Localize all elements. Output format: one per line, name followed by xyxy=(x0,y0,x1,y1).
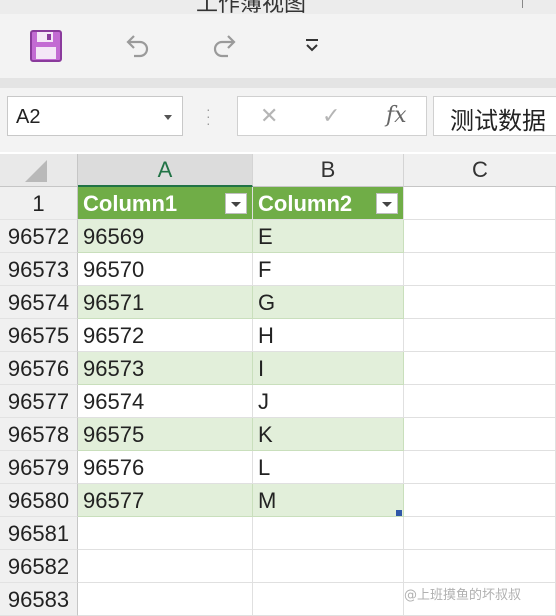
table-cell-column1[interactable]: 96575 xyxy=(78,418,253,451)
select-all-button[interactable] xyxy=(0,154,78,187)
table-cell-column2[interactable]: M xyxy=(253,484,404,517)
table-cell-column1[interactable]: 96571 xyxy=(78,286,253,319)
table-cell-column2[interactable]: E xyxy=(253,220,404,253)
table-cell-column2[interactable]: K xyxy=(253,418,404,451)
filter-dropdown-button[interactable] xyxy=(376,193,398,214)
check-icon[interactable]: ✓ xyxy=(322,103,340,129)
column-header-b[interactable]: B xyxy=(253,154,404,187)
formula-input[interactable]: 测试数据 xyxy=(433,96,556,136)
table-resize-handle[interactable] xyxy=(396,510,402,516)
table-cell-column2[interactable]: L xyxy=(253,451,404,484)
row-header[interactable]: 96574 xyxy=(0,286,78,319)
cancel-icon[interactable]: ✕ xyxy=(260,103,278,129)
column-header-a[interactable]: A xyxy=(78,154,253,187)
table-cell-column1[interactable]: 96572 xyxy=(78,319,253,352)
watermark: @上班摸鱼的坏叔叔 xyxy=(404,588,522,603)
grid-cell[interactable] xyxy=(404,286,556,319)
undo-icon xyxy=(126,35,149,58)
table-cell-column1[interactable]: 96573 xyxy=(78,352,253,385)
save-icon xyxy=(30,30,62,62)
table-cell-column1[interactable]: 96574 xyxy=(78,385,253,418)
table-cell-column1[interactable] xyxy=(78,550,253,583)
table-cell-column2[interactable]: I xyxy=(253,352,404,385)
table-cell-column2[interactable] xyxy=(253,583,404,616)
table-cell-column1[interactable] xyxy=(78,583,253,616)
grid-cell[interactable] xyxy=(404,418,556,451)
row-header[interactable]: 96580 xyxy=(0,484,78,517)
row-header[interactable]: 96578 xyxy=(0,418,78,451)
table-cell-column2[interactable]: J xyxy=(253,385,404,418)
filter-dropdown-button[interactable] xyxy=(225,193,247,214)
table-cell-column1[interactable]: 96577 xyxy=(78,484,253,517)
redo-icon xyxy=(213,35,236,58)
table-cell-column1[interactable]: 96576 xyxy=(78,451,253,484)
row-header[interactable]: 96579 xyxy=(0,451,78,484)
redo-button[interactable] xyxy=(208,28,244,64)
undo-button[interactable] xyxy=(118,28,154,64)
grid-cell[interactable] xyxy=(404,187,556,220)
table-header-label: Column1 xyxy=(83,191,178,216)
insert-function-icon[interactable]: fx xyxy=(386,103,407,128)
table-cell-column1[interactable]: 96569 xyxy=(78,220,253,253)
table-header-label: Column2 xyxy=(258,191,353,216)
formula-actions: ✕ ✓ fx xyxy=(237,96,427,136)
table-cell-column2[interactable]: H xyxy=(253,319,404,352)
formula-value: 测试数据 xyxy=(450,107,546,135)
table-header-cell[interactable]: Column1 xyxy=(78,187,253,220)
grid-cell[interactable] xyxy=(404,517,556,550)
table-cell-column1[interactable] xyxy=(78,517,253,550)
formula-bar: A2 · · · ✕ ✓ fx 测试数据 xyxy=(0,88,556,152)
row-header[interactable]: 96583 xyxy=(0,583,78,616)
grid-cell[interactable] xyxy=(404,319,556,352)
row-header[interactable]: 1 xyxy=(0,187,78,220)
table-cell-column2[interactable]: G xyxy=(253,286,404,319)
formula-bar-grip[interactable]: · · · xyxy=(206,102,211,130)
grid-cell[interactable] xyxy=(404,484,556,517)
column-header-c[interactable]: C xyxy=(404,154,556,187)
table-cell-column2[interactable] xyxy=(253,517,404,550)
select-all-icon xyxy=(25,160,47,182)
save-button[interactable] xyxy=(28,28,64,64)
quick-access-toolbar xyxy=(0,14,556,78)
table-header-cell[interactable]: Column2 xyxy=(253,187,404,220)
table-cell-column2[interactable] xyxy=(253,550,404,583)
row-header[interactable]: 96577 xyxy=(0,385,78,418)
title-bar: 工作簿视图 xyxy=(0,0,556,14)
grid-cell[interactable] xyxy=(404,220,556,253)
chevron-down-icon xyxy=(306,39,318,52)
row-header[interactable]: 96581 xyxy=(0,517,78,550)
row-header[interactable]: 96582 xyxy=(0,550,78,583)
title-separator xyxy=(522,0,523,8)
customize-toolbar-button[interactable] xyxy=(294,28,330,64)
grid-cell[interactable] xyxy=(404,385,556,418)
name-box[interactable]: A2 xyxy=(7,96,183,136)
table-cell-column2[interactable]: F xyxy=(253,253,404,286)
worksheet-grid: A B C 1 Column1 Column2 96572 96569 E 96573 965… xyxy=(0,154,556,616)
grid-cell[interactable] xyxy=(404,352,556,385)
name-box-value: A2 xyxy=(16,106,41,128)
grid-cell[interactable] xyxy=(404,550,556,583)
table-cell-column1[interactable]: 96570 xyxy=(78,253,253,286)
grid-cell[interactable] xyxy=(404,451,556,484)
toolbar-divider xyxy=(0,78,556,88)
row-header[interactable]: 96572 xyxy=(0,220,78,253)
row-header[interactable]: 96576 xyxy=(0,352,78,385)
row-header[interactable]: 96573 xyxy=(0,253,78,286)
row-header[interactable]: 96575 xyxy=(0,319,78,352)
name-box-dropdown-icon[interactable] xyxy=(164,115,172,120)
grid-cell[interactable] xyxy=(404,253,556,286)
window-title: 工作簿视图 xyxy=(196,0,307,14)
